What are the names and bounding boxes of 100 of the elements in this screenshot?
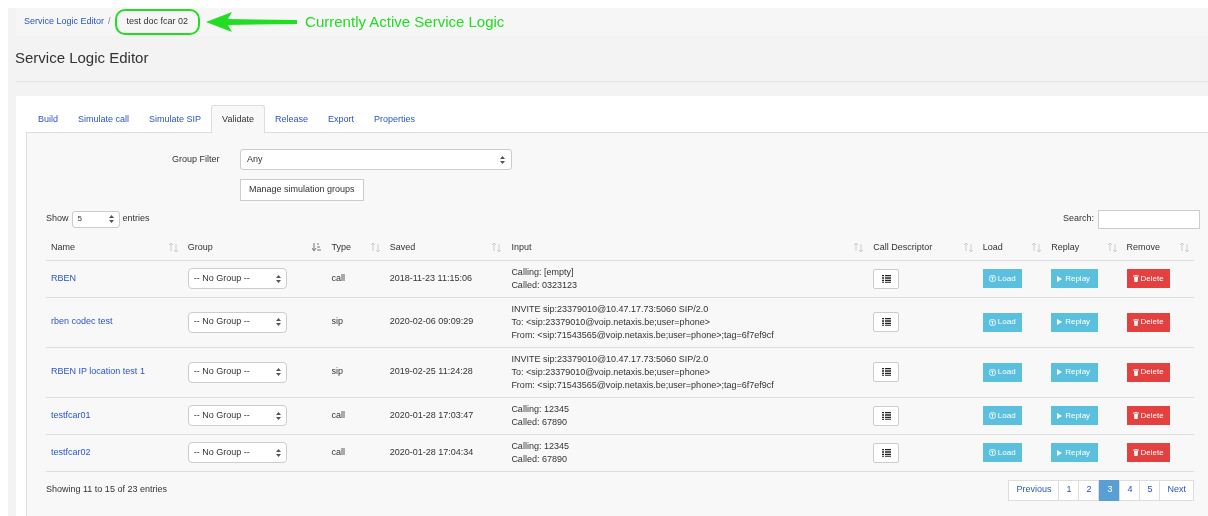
tab[interactable]: Export: [317, 106, 364, 133]
select-caret-icon: [108, 215, 114, 223]
column-header[interactable]: Input: [511, 240, 532, 254]
tab[interactable]: Release: [264, 106, 318, 133]
name-link[interactable]: RBEN IP location test 1: [51, 366, 145, 377]
group-select[interactable]: -- No Group --: [187, 361, 287, 383]
column-header[interactable]: Saved: [389, 240, 416, 254]
page-title: Service Logic Editor: [15, 48, 150, 67]
table-cell: 2020-01-28 17:03:47: [384, 397, 507, 434]
list-icon: [881, 274, 891, 283]
list-icon: [881, 368, 891, 376]
input-line: INVITE sip:23379010@10.47.17.73:5060 SIP/2.0: [511, 352, 710, 366]
column-header[interactable]: Group: [187, 240, 213, 254]
tab[interactable]: Simulate call: [68, 106, 140, 133]
upload-icon: [988, 412, 996, 419]
play-icon: [1057, 449, 1063, 456]
select-caret-icon: [500, 155, 505, 164]
call-descriptor-button[interactable]: [873, 268, 900, 289]
breadcrumb-link[interactable]: Service Logic Editor: [24, 15, 105, 29]
delete-button[interactable]: Delete: [1126, 362, 1170, 382]
pagination-button[interactable]: 1: [1058, 479, 1080, 501]
play-icon: [1057, 319, 1063, 325]
group-select[interactable]: -- No Group --: [187, 405, 287, 426]
select-caret-icon: [275, 274, 281, 283]
group-select[interactable]: -- No Group --: [187, 311, 287, 333]
play-icon: [1057, 412, 1063, 419]
input-line: Called: 67890: [511, 415, 568, 429]
upload-icon: [988, 449, 996, 456]
call-descriptor-button[interactable]: [873, 405, 900, 426]
input-line: From: <sip:71543565@voip.netaxis.be;user=phone>;tag=6f7ef9cf: [511, 378, 775, 392]
play-icon: [1057, 369, 1063, 375]
pagination-button[interactable]: 5: [1139, 479, 1161, 501]
name-link[interactable]: rben codec test: [51, 316, 113, 327]
table-cell: call: [326, 397, 385, 434]
table-cell: sip: [326, 297, 385, 347]
trash-icon: [1132, 275, 1139, 282]
tab[interactable]: Properties: [364, 106, 425, 133]
field-label: Group Filter: [172, 152, 221, 166]
call-descriptor-button[interactable]: [873, 312, 900, 332]
trash-icon: [1132, 449, 1139, 456]
column-header[interactable]: Remove: [1126, 240, 1161, 254]
tab[interactable]: Validate: [211, 105, 265, 133]
table-cell: sip: [326, 347, 385, 397]
list-icon: [881, 448, 891, 457]
call-descriptor-button[interactable]: [873, 442, 900, 463]
manage-groups-button[interactable]: Manage simulation groups: [240, 179, 364, 201]
annotation-label: Currently Active Service Logic: [305, 11, 505, 32]
length-label: entries: [122, 212, 150, 226]
list-icon: [881, 318, 891, 326]
table-cell: 2020-01-28 17:04:34: [384, 434, 507, 471]
table-info: Showing 11 to 15 of 23 entries: [46, 483, 167, 497]
upload-icon: [988, 368, 996, 376]
call-descriptor-button[interactable]: [873, 362, 900, 382]
delete-button[interactable]: Delete: [1126, 312, 1170, 332]
trash-icon: [1132, 412, 1139, 419]
search-field[interactable]: [1098, 209, 1200, 229]
tab[interactable]: Build: [28, 106, 68, 133]
pagination-button[interactable]: Previous: [1008, 479, 1060, 501]
name-link[interactable]: testfcar01: [51, 409, 91, 420]
column-header[interactable]: Load: [982, 240, 1003, 254]
delete-button[interactable]: Delete: [1126, 269, 1170, 288]
pagination-button[interactable]: 2: [1078, 479, 1100, 501]
column-header[interactable]: Type: [331, 240, 351, 254]
table-cell: call: [326, 260, 385, 297]
list-icon: [881, 411, 891, 420]
play-icon: [1057, 275, 1063, 282]
delete-button[interactable]: Delete: [1126, 406, 1170, 425]
trash-icon: [1132, 318, 1139, 326]
column-header[interactable]: Replay: [1051, 240, 1080, 254]
input-line: To: <sip:23379010@voip.netaxis.be;user=phone>: [511, 365, 711, 379]
table-cell: 2018-11-23 11:15:06: [384, 260, 507, 297]
table-cell: 2019-02-25 11:24:28: [384, 347, 507, 397]
pagination-button[interactable]: Next: [1159, 479, 1194, 501]
input-line: Called: 0323123: [511, 278, 578, 292]
name-link[interactable]: testfcar02: [51, 446, 91, 457]
column-header[interactable]: Name: [51, 240, 75, 254]
input-line: Calling: 12345: [511, 439, 570, 453]
select-caret-icon: [275, 411, 281, 420]
tab[interactable]: Simulate SIP: [139, 106, 212, 133]
input-line: Calling: 12345: [511, 402, 570, 416]
upload-icon: [988, 318, 996, 326]
input-line: INVITE sip:23379010@10.47.17.73:5060 SIP/2.0: [511, 302, 710, 316]
pagination-button[interactable]: 4: [1119, 479, 1141, 501]
name-link[interactable]: RBEN: [51, 272, 76, 283]
delete-button[interactable]: Delete: [1126, 443, 1170, 462]
trash-icon: [1132, 368, 1139, 376]
entries-select[interactable]: 5: [71, 210, 120, 228]
breadcrumb-separator: /: [108, 15, 111, 29]
column-header[interactable]: Call Descriptor: [873, 240, 933, 254]
input-line: Called: 67890: [511, 452, 568, 466]
group-filter-select[interactable]: Any: [240, 149, 512, 170]
upload-icon: [988, 275, 996, 282]
select-caret-icon: [275, 318, 281, 326]
select-caret-icon: [275, 368, 281, 376]
table-cell: call: [326, 434, 385, 471]
group-select[interactable]: -- No Group --: [187, 268, 287, 289]
input-line: From: <sip:71543565@voip.netaxis.be;user=phone>;tag=6f7ef9cf: [511, 328, 775, 342]
input-line: Calling: [empty]: [511, 265, 575, 279]
group-select[interactable]: -- No Group --: [187, 442, 287, 463]
input-line: To: <sip:23379010@voip.netaxis.be;user=phone>: [511, 315, 711, 329]
